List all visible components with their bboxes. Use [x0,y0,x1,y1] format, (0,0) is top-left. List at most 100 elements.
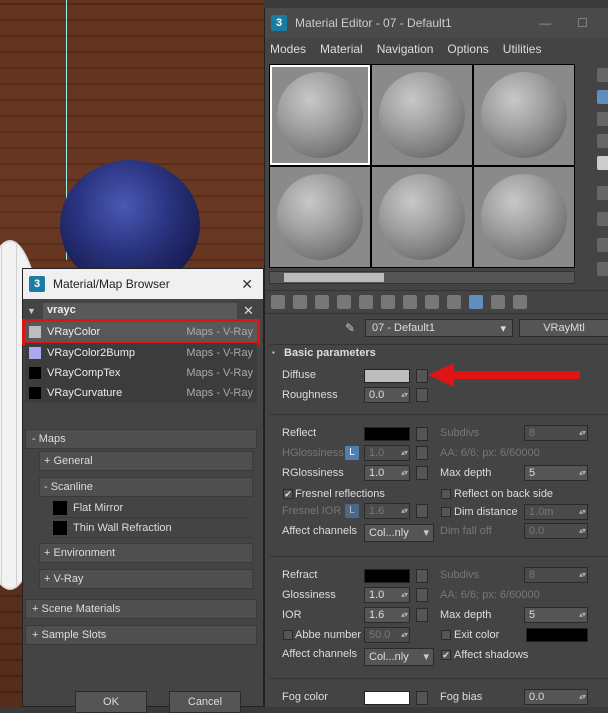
material-id-icon[interactable] [425,295,439,309]
refract-map-button[interactable] [416,569,428,583]
group-vray[interactable]: + V-Ray [39,569,253,589]
hglossiness-map-button[interactable] [416,446,428,460]
hglossiness-lock-button[interactable]: L [345,446,359,460]
group-scanline[interactable]: - Scanline [39,477,253,497]
put-to-scene-icon[interactable] [293,295,307,309]
result-vraycurvature[interactable]: VRayCurvature Maps - V-Ray [25,383,257,403]
material-type-button[interactable]: VRayMtl [519,319,608,337]
map-thin-wall-refraction[interactable]: Thin Wall Refraction [53,518,251,538]
assign-to-selection-icon[interactable] [315,295,329,309]
fresnel-ior-map-button[interactable] [416,504,428,518]
reflect-back-side-checkbox[interactable] [441,489,451,499]
sample-slot[interactable] [270,167,370,267]
uv-tiling-icon[interactable] [597,134,608,148]
reflect-subdivs-spinner[interactable]: 8 [524,425,588,441]
category-maps[interactable]: - Maps [25,429,257,449]
make-preview-icon[interactable] [597,186,608,200]
rollout-title[interactable]: Basic parameters [284,347,376,359]
hglossiness-spinner[interactable]: 1.0 [364,445,410,461]
video-color-check-icon[interactable] [597,156,608,170]
refract-max-depth-spinner[interactable]: 5 [524,607,588,623]
cancel-button[interactable]: Cancel [169,691,241,713]
sample-slot[interactable] [474,65,574,165]
reflect-color-swatch[interactable] [364,427,410,441]
go-forward-sibling-icon[interactable] [513,295,527,309]
fog-color-swatch[interactable] [364,691,410,705]
ior-spinner[interactable]: 1.6 [364,607,410,623]
backlight-icon[interactable] [597,90,608,104]
ok-button[interactable]: OK [75,691,147,713]
options-icon[interactable] [597,212,608,226]
menu-navigation[interactable]: Navigation [377,42,434,56]
rollout-minus-icon[interactable]: ▪ [272,348,275,357]
refract-affect-channels-dropdown[interactable]: Col...nly [364,648,434,666]
result-vraycolor2bump[interactable]: VRayColor2Bump Maps - V-Ray [25,343,257,363]
fresnel-ior-spinner[interactable]: 1.6 [364,503,410,519]
reflect-map-button[interactable] [416,427,428,441]
fresnel-ior-lock-button[interactable]: L [345,504,359,518]
refract-glossiness-spinner[interactable]: 1.0 [364,587,410,603]
rglossiness-map-button[interactable] [416,466,428,480]
dim-falloff-spinner[interactable]: 0.0 [524,523,588,539]
diffuse-map-button[interactable] [416,369,428,383]
background-icon[interactable] [597,112,608,126]
group-environment[interactable]: + Environment [39,543,253,563]
material-name-field[interactable]: 07 - Default1 ▾ [365,319,513,337]
diffuse-color-swatch[interactable] [364,369,410,383]
material-editor-titlebar[interactable]: 3 Material Editor - 07 - Default1 — ☐ [265,8,608,38]
refract-color-swatch[interactable] [364,569,410,583]
abbe-checkbox[interactable] [283,630,293,640]
category-sample-slots[interactable]: + Sample Slots [25,625,257,645]
sample-slot[interactable] [372,167,472,267]
reflect-max-depth-spinner[interactable]: 5 [524,465,588,481]
show-end-result-icon[interactable] [469,295,483,309]
menu-options[interactable]: Options [447,42,488,56]
rglossiness-spinner[interactable]: 1.0 [364,465,410,481]
fog-map-button[interactable] [416,691,428,705]
fresnel-checkbox[interactable]: ✔ [283,489,293,499]
category-scene-materials[interactable]: + Scene Materials [25,599,257,619]
show-shaded-icon[interactable] [447,295,461,309]
ior-map-button[interactable] [416,608,428,622]
go-to-parent-icon[interactable] [491,295,505,309]
browser-titlebar[interactable]: 3 Material/Map Browser ✕ [23,269,263,299]
copy-material-icon[interactable] [359,295,373,309]
abbe-spinner[interactable]: 50.0 [364,627,410,643]
exit-color-swatch[interactable] [526,628,588,642]
affect-shadows-checkbox[interactable]: ✔ [441,650,451,660]
maximize-button[interactable]: ☐ [577,16,588,30]
sample-slot[interactable] [270,65,370,165]
options-triangle-icon[interactable]: ▼ [27,306,43,316]
get-material-icon[interactable] [271,295,285,309]
result-vraycolor[interactable]: VRayColor Maps - V-Ray [22,319,260,345]
scrollbar-thumb[interactable] [284,273,384,282]
slots-scrollbar[interactable] [269,271,575,284]
search-input[interactable]: vrayc [43,303,237,319]
eyedropper-icon[interactable]: ✎ [345,321,357,335]
minimize-button[interactable]: — [539,16,551,30]
roughness-map-button[interactable] [416,388,428,402]
sample-slot[interactable] [474,167,574,267]
dim-distance-spinner[interactable]: 1.0m [524,504,588,520]
select-by-material-icon[interactable] [597,238,608,252]
refract-subdivs-spinner[interactable]: 8 [524,567,588,583]
clear-search-icon[interactable]: ✕ [243,303,254,319]
sample-type-icon[interactable] [597,68,608,82]
menu-modes[interactable]: Modes [270,42,306,56]
exit-color-checkbox[interactable] [441,630,451,640]
dim-distance-checkbox[interactable] [441,507,451,517]
material-navigator-icon[interactable] [597,262,608,276]
reset-icon[interactable] [337,295,351,309]
menu-material[interactable]: Material [320,42,363,56]
roughness-spinner[interactable]: 0.0 [364,387,410,403]
menu-utilities[interactable]: Utilities [503,42,542,56]
result-vraycomptex[interactable]: VRayCompTex Maps - V-Ray [25,363,257,383]
fog-bias-spinner[interactable]: 0.0 [524,689,588,705]
group-general[interactable]: + General [39,451,253,471]
close-icon[interactable]: ✕ [241,276,253,293]
reflect-affect-channels-dropdown[interactable]: Col...nly [364,524,434,542]
refract-glossiness-map-button[interactable] [416,588,428,602]
make-unique-icon[interactable] [381,295,395,309]
put-to-library-icon[interactable] [403,295,417,309]
map-flat-mirror[interactable]: Flat Mirror [53,498,251,518]
